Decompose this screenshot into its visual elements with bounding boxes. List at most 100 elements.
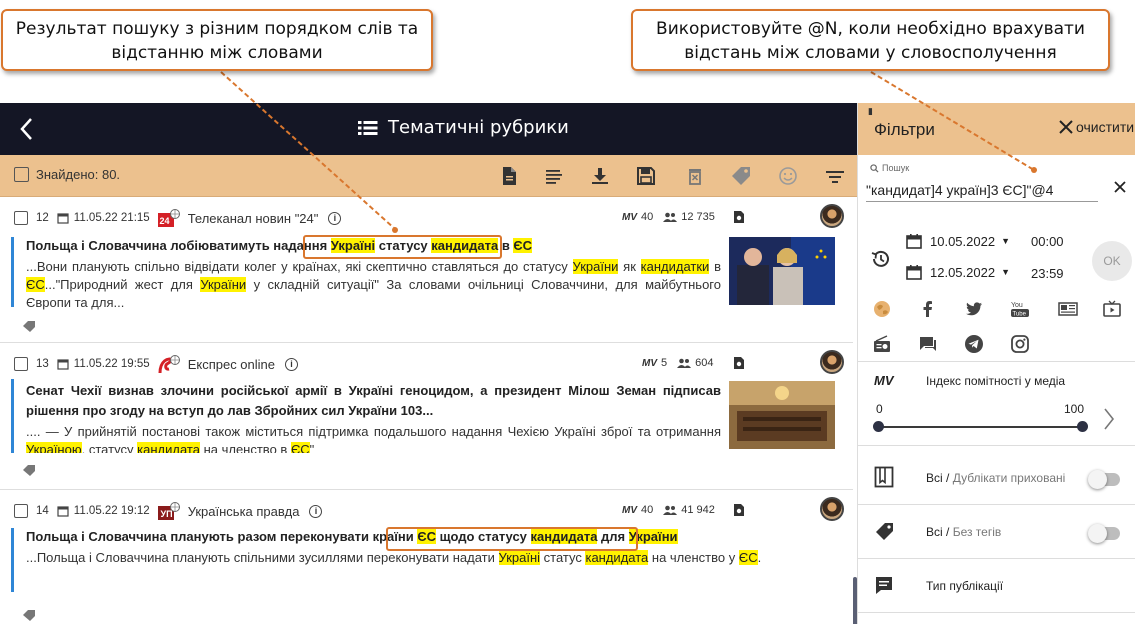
back-icon[interactable] <box>16 115 38 143</box>
article-headline[interactable]: Польща і Словаччина планують разом перек… <box>26 527 721 547</box>
tag-icon[interactable] <box>22 320 36 332</box>
clear-search-icon[interactable] <box>1112 179 1128 195</box>
info-icon[interactable]: i <box>328 211 342 225</box>
article-stats: MV 40 12 735 <box>622 211 715 223</box>
info-icon[interactable]: i <box>285 357 298 371</box>
author-avatar[interactable] <box>820 350 844 374</box>
newspaper-icon[interactable] <box>1058 299 1078 319</box>
article-card[interactable]: 13 11.05.22 19:55 Експрес online i MV 5 <box>0 343 853 490</box>
time-from[interactable]: 00:00 <box>1031 234 1064 249</box>
save-icon[interactable] <box>635 165 657 187</box>
author-avatar[interactable] <box>820 204 844 228</box>
source-logo[interactable]: 24 <box>157 209 180 227</box>
radio-icon[interactable] <box>872 334 892 354</box>
text-lines-icon[interactable] <box>543 165 565 187</box>
svg-text:УП: УП <box>160 509 172 519</box>
delete-icon[interactable] <box>684 165 706 187</box>
article-accent-bar <box>11 379 14 453</box>
article-checkbox[interactable] <box>14 357 28 371</box>
publication-type-label[interactable]: Тип публікації <box>926 579 1003 593</box>
download-icon[interactable] <box>589 165 611 187</box>
calendar-icon <box>57 506 69 517</box>
article-snippet: ...Польща і Словаччина планують спільним… <box>26 550 762 565</box>
article-meta: 14 11.05.22 19:12 УП Українська правда i <box>14 502 323 520</box>
author-avatar[interactable] <box>820 497 844 521</box>
audience-icon <box>677 358 692 368</box>
search-input[interactable] <box>866 178 1098 202</box>
info-icon[interactable]: i <box>309 504 323 518</box>
filters-title: Фільтри <box>874 120 935 139</box>
mv-label: MV <box>622 504 637 516</box>
mv-range-track[interactable] <box>878 426 1082 428</box>
time-to[interactable]: 23:59 <box>1031 266 1064 281</box>
preview-icon[interactable] <box>733 210 745 224</box>
article-accent-bar <box>11 237 14 307</box>
article-snippet: .... — У прийнятій постанові також місти… <box>26 423 721 453</box>
sort-filter-icon[interactable] <box>824 165 846 187</box>
mv-range-max-handle[interactable] <box>1076 421 1088 432</box>
publication-type-icon <box>876 577 892 594</box>
chevron-down-icon: ▼ <box>1001 236 1010 246</box>
svg-text:24: 24 <box>159 216 169 226</box>
telegram-icon[interactable] <box>964 334 984 354</box>
document-icon[interactable] <box>498 165 520 187</box>
tags-toggle[interactable] <box>1088 524 1120 543</box>
ok-button[interactable]: OK <box>1092 241 1132 281</box>
page-title: Тематичні рубрики <box>388 117 569 138</box>
chevron-down-icon: ▼ <box>1001 267 1010 277</box>
history-icon[interactable] <box>870 248 892 270</box>
clear-filters-button[interactable]: очистити <box>1058 119 1134 135</box>
tag-icon <box>876 523 893 540</box>
mv-range-max: 100 <box>1064 402 1085 416</box>
instagram-icon[interactable] <box>1010 334 1030 354</box>
mv-filter-label: MV <box>874 373 894 388</box>
source-logo[interactable]: УП <box>157 502 180 520</box>
article-number: 14 <box>36 505 49 517</box>
mv-range-min-handle[interactable] <box>872 421 884 432</box>
forum-icon[interactable] <box>918 334 938 354</box>
sentiment-icon[interactable] <box>777 165 799 187</box>
source-name[interactable]: Українська правда <box>188 504 300 519</box>
search-icon <box>870 163 879 173</box>
preview-icon[interactable] <box>733 503 745 517</box>
chevron-right-icon[interactable] <box>1102 406 1116 432</box>
date-to[interactable]: 12.05.2022 ▼ <box>906 264 1010 280</box>
page-title-group: Тематичні рубрики <box>358 117 569 138</box>
youtube-icon[interactable]: You Tube <box>1010 299 1030 319</box>
duplicates-toggle[interactable] <box>1088 470 1120 489</box>
results-feed: 12 11.05.22 21:15 24 Телеканал новин "24… <box>0 197 857 624</box>
source-name[interactable]: Телеканал новин "24" <box>188 211 319 226</box>
article-thumbnail[interactable] <box>729 237 835 305</box>
mv-filter-title: Індекс помітності у медіа <box>926 374 1066 388</box>
date-from[interactable]: 10.05.2022 ▼ <box>906 233 1010 249</box>
article-headline[interactable]: Сенат Чехії визнав злочини російської ар… <box>26 381 721 421</box>
callout-distance-hint: Використовуйте @N, коли необхідно врахув… <box>631 9 1110 71</box>
article-snippet: ...Вони планують спільно відвідати колег… <box>26 259 721 310</box>
tag-icon[interactable] <box>22 464 36 476</box>
article-card[interactable]: 14 11.05.22 19:12 УП Українська правда i… <box>0 490 853 624</box>
article-datetime: 11.05.22 19:55 <box>73 358 150 370</box>
source-name[interactable]: Експрес online <box>188 357 275 372</box>
select-all-checkbox[interactable] <box>14 167 29 182</box>
source-logo[interactable] <box>158 355 180 374</box>
divider <box>858 445 1135 446</box>
article-thumbnail[interactable] <box>729 381 835 449</box>
audience-icon <box>663 212 678 222</box>
tag-icon[interactable] <box>730 165 752 187</box>
article-card[interactable]: 12 11.05.22 21:15 24 Телеканал новин "24… <box>0 197 853 343</box>
tag-icon[interactable] <box>22 609 36 621</box>
preview-icon[interactable] <box>733 356 745 370</box>
tags-filter-label: Всі / Без тегів <box>926 525 1002 539</box>
mv-range-min: 0 <box>876 402 883 416</box>
article-headline[interactable]: Польща і Словаччина лобіюватимуть наданн… <box>26 236 716 256</box>
article-checkbox[interactable] <box>14 504 28 518</box>
article-meta: 12 11.05.22 21:15 24 Телеканал новин "24… <box>14 209 342 227</box>
audience-icon <box>663 505 678 515</box>
twitter-icon[interactable] <box>964 299 984 319</box>
facebook-icon[interactable] <box>918 299 938 319</box>
article-checkbox[interactable] <box>14 211 28 225</box>
tv-icon[interactable] <box>1102 299 1122 319</box>
audience-value: 604 <box>695 357 714 369</box>
web-globe-icon[interactable] <box>872 299 892 319</box>
pin-icon[interactable]: ▮ <box>868 106 873 117</box>
